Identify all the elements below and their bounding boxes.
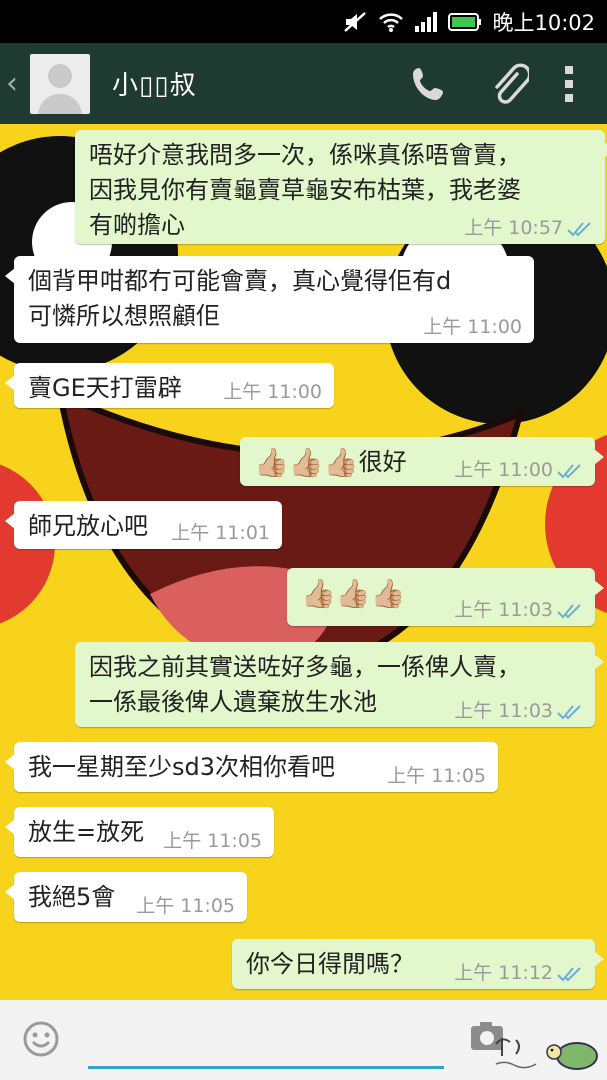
outgoing-message[interactable]: 因我之前其實送咗好多龜，一係俾人賣， 一係最後俾人遺棄放生水池 上午 11:03	[75, 642, 604, 727]
message-timestamp: 上午 11:05	[163, 830, 262, 852]
double-check-icon	[567, 222, 591, 237]
incoming-message[interactable]: 我絕5會 上午 11:05	[5, 872, 247, 922]
bubble-tail	[5, 268, 15, 284]
smiley-icon	[23, 1021, 59, 1057]
message-line: 因我之前其實送咗好多龜，一係俾人賣，	[89, 653, 521, 681]
message-line: 很好	[358, 448, 407, 476]
message-line: 因我見你有賣龜賣草龜安布枯葉，我老婆	[89, 176, 521, 204]
message-timestamp: 上午 11:00	[423, 316, 522, 338]
bubble-tail	[594, 654, 604, 670]
incoming-message[interactable]: 師兄放心吧 上午 11:01	[5, 501, 282, 549]
phone-icon	[413, 67, 443, 100]
double-check-icon	[557, 464, 581, 479]
message-line: 個背甲咁都冇可能會賣，真心覺得佢有d	[28, 267, 452, 295]
incoming-message[interactable]: 賣GE天打雷辟 上午 11:00	[5, 363, 334, 408]
default-avatar-icon	[38, 63, 82, 114]
wifi-icon	[378, 11, 404, 33]
clock: 晚上10:02	[492, 10, 595, 35]
message-timestamp: 上午 11:00	[454, 459, 553, 481]
chat-header: ‹ 小▯▯叔	[0, 43, 607, 124]
outgoing-message[interactable]: 唔好介意我問多一次，係咪真係唔會賣， 因我見你有賣龜賣草龜安布枯葉，我老婆 有啲擔心…	[75, 130, 607, 244]
status-bar: 晚上10:02	[0, 0, 607, 43]
message-line: 唔好介意我問多一次，係咪真係唔會賣，	[89, 141, 521, 169]
bubble-tail	[5, 513, 15, 529]
bubble-tail	[5, 819, 15, 835]
contact-name[interactable]: 小▯▯叔	[112, 65, 399, 102]
message-timestamp: 上午 11:03	[454, 700, 553, 722]
outgoing-message[interactable]: 你今日得閒嗎？ 上午 11:12	[232, 939, 604, 989]
message-timestamp: 上午 11:01	[171, 522, 270, 544]
message-timestamp: 上午 11:05	[387, 765, 486, 787]
outgoing-message[interactable]: 👍🏼👍🏼👍🏼很好 上午 11:00	[240, 437, 604, 486]
double-check-icon	[557, 604, 581, 619]
message-timestamp: 上午 10:57	[464, 217, 563, 239]
overflow-menu-button[interactable]	[559, 54, 579, 114]
emoji-button[interactable]	[22, 1020, 60, 1058]
outgoing-message[interactable]: 👍🏼👍🏼👍🏼 上午 11:03	[287, 568, 604, 626]
message-input[interactable]	[88, 1020, 444, 1069]
bubble-tail	[5, 375, 15, 391]
incoming-message[interactable]: 我一星期至少sd3次相你看吧 上午 11:05	[5, 742, 498, 792]
bubble-tail	[594, 449, 604, 465]
mute-icon	[342, 11, 368, 33]
message-timestamp: 上午 11:12	[454, 962, 553, 984]
bubble-tail	[5, 754, 15, 770]
attach-button[interactable]	[479, 54, 539, 114]
bubble-tail	[594, 580, 604, 596]
incoming-message[interactable]: 個背甲咁都冇可能會賣，真心覺得佢有d 可憐所以想照顧佢 上午 11:00	[5, 256, 534, 343]
message-timestamp: 上午 11:00	[223, 381, 322, 403]
more-vertical-icon	[565, 65, 573, 102]
double-check-icon	[557, 705, 581, 720]
thumbs-up-emoji: 👍🏼👍🏼👍🏼	[254, 446, 359, 479]
bubble-tail	[594, 951, 604, 967]
back-chevron-icon[interactable]: ‹	[6, 66, 26, 101]
thumbs-up-emoji: 👍🏼👍🏼👍🏼	[301, 577, 406, 610]
call-button[interactable]	[399, 54, 459, 114]
paperclip-icon	[495, 63, 529, 104]
double-check-icon	[557, 967, 581, 982]
turtle-watermark	[495, 1038, 598, 1070]
battery-icon	[448, 12, 482, 32]
message-timestamp: 上午 11:03	[454, 599, 553, 621]
signal-icon	[414, 11, 438, 33]
avatar[interactable]	[30, 53, 90, 114]
incoming-message[interactable]: 放生=放死 上午 11:05	[5, 807, 274, 857]
bubble-tail	[5, 884, 15, 900]
message-timestamp: 上午 11:05	[136, 895, 235, 917]
